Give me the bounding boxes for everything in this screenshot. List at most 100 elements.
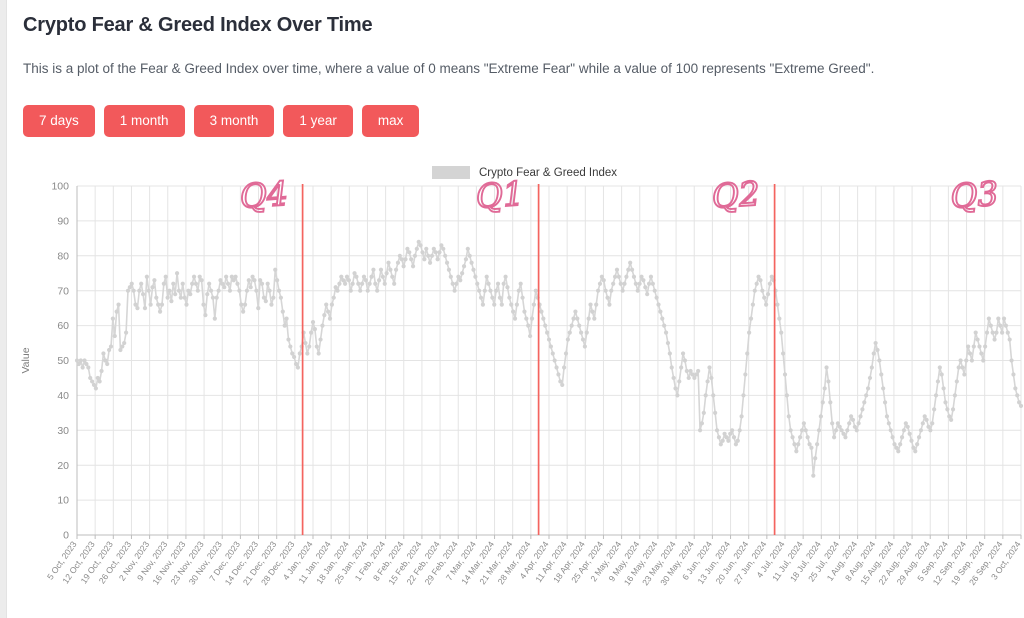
data-point-marker [811,473,816,478]
data-point-marker [932,407,937,412]
data-point-marker [552,358,557,363]
data-point-marker [1013,386,1018,391]
data-point-marker [254,288,259,293]
data-point-marker [227,288,233,293]
data-point-marker [966,344,971,349]
data-point-marker [588,302,593,307]
range-7-days-button[interactable]: 7 days [23,105,95,137]
data-point-marker [528,333,533,339]
data-point-marker [798,435,803,440]
data-point-marker [862,400,867,405]
data-point-marker [709,375,714,381]
data-point-marker [305,351,310,356]
data-point-marker [631,274,637,279]
data-point-marker [501,281,506,286]
data-point-marker [782,372,788,377]
data-point-marker [178,295,183,300]
data-point-marker [446,267,452,272]
data-point-marker [554,365,559,370]
data-point-marker [271,295,276,300]
y-axis-tick-label: 10 [57,495,69,507]
data-point-marker [652,288,657,293]
data-point-marker [984,330,990,335]
data-point-marker [898,442,903,447]
data-point-marker [784,393,789,398]
data-point-marker [916,435,922,440]
data-point-marker [188,292,193,297]
data-point-marker [624,274,629,279]
data-point-marker [237,288,242,293]
data-point-marker [813,456,818,461]
data-point-marker [454,281,459,286]
data-point-marker [154,295,159,300]
data-point-marker [888,428,893,433]
data-point-marker [320,323,325,328]
data-point-marker [790,435,795,440]
data-point-marker [665,340,671,346]
data-point-marker [899,435,905,440]
chart-legend: Crypto Fear & Greed Index [432,166,617,179]
data-point-marker [645,292,650,297]
data-point-marker [990,330,995,335]
data-point-marker [322,313,327,318]
data-point-marker [201,302,206,307]
range-1-year-button[interactable]: 1 year [283,105,353,137]
data-point-marker [720,438,725,443]
data-point-marker [716,435,722,440]
data-point-marker [626,267,631,272]
data-point-marker [879,372,884,377]
data-point-marker [675,393,680,398]
chart-card: Crypto Fear & Greed Index Over Time This… [6,0,1024,618]
data-point-marker [409,257,414,262]
data-point-marker [407,250,412,255]
data-point-marker [193,281,199,286]
range-1-month-button[interactable]: 1 month [103,105,185,137]
data-point-marker [375,288,380,293]
data-point-marker [831,435,837,440]
data-point-marker [484,274,489,279]
data-point-marker [176,288,182,293]
data-point-marker [628,260,633,265]
data-point-marker [529,316,535,321]
data-point-marker [930,421,935,426]
data-point-marker [335,288,340,293]
data-point-marker [928,428,933,433]
quarter-annotation: Q1 [474,174,525,216]
data-point-marker [920,421,925,426]
data-point-marker [992,337,997,342]
y-axis-title: Value [20,347,32,373]
data-point-marker [435,257,440,262]
data-point-marker [358,288,363,293]
data-point-marker [956,365,961,370]
data-point-marker [828,400,833,405]
data-point-marker [516,288,521,293]
data-point-marker [263,299,268,304]
data-point-marker [337,281,342,286]
data-point-marker [382,281,387,286]
data-point-marker [146,288,151,293]
range-max-button[interactable]: max [361,105,420,137]
data-point-marker [865,386,871,391]
legend-label-crypto-fear-greed-index: Crypto Fear & Greed Index [479,166,618,179]
data-point-marker [983,344,988,349]
data-point-marker [129,281,134,286]
data-point-marker [822,386,827,391]
data-point-marker [886,421,891,426]
data-point-marker [622,281,627,286]
data-point-marker [259,281,265,286]
data-point-marker [654,295,659,300]
data-point-marker [316,351,321,356]
data-point-marker [701,410,706,415]
data-point-marker [278,295,283,300]
data-point-marker [533,288,538,293]
data-point-marker [758,278,763,283]
data-point-marker [461,264,467,269]
data-point-marker [167,288,172,293]
data-point-marker [858,414,863,419]
range-3-month-button[interactable]: 3 month [193,105,275,137]
data-point-marker [988,323,993,328]
data-point-marker [556,372,561,377]
data-point-marker [737,428,742,433]
data-point-marker [410,264,416,269]
data-point-marker [297,351,302,356]
